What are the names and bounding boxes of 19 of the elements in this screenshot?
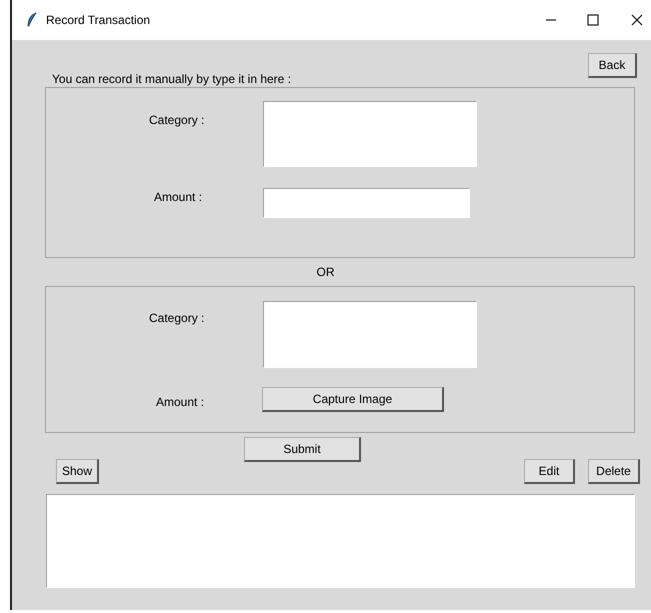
- edit-button[interactable]: Edit: [524, 459, 575, 484]
- category-label: Category :: [149, 112, 204, 129]
- capture-image-button[interactable]: Capture Image: [262, 387, 444, 412]
- amount-label: Amount :: [154, 189, 202, 206]
- close-icon[interactable]: [631, 14, 643, 26]
- amount-field[interactable]: [263, 188, 470, 218]
- amount-label: Amount :: [156, 394, 204, 411]
- category-label: Category :: [149, 310, 204, 327]
- delete-button[interactable]: Delete: [588, 459, 640, 484]
- back-button[interactable]: Back: [588, 53, 637, 78]
- instruction-text: You can record it manually by type it in here :: [52, 72, 292, 86]
- or-text: OR: [316, 264, 334, 281]
- category-field[interactable]: [263, 301, 477, 368]
- window-title: Record Transaction: [46, 12, 150, 29]
- submit-button[interactable]: Submit: [244, 437, 361, 462]
- maximize-icon[interactable]: [587, 14, 599, 26]
- category-field[interactable]: [263, 101, 477, 167]
- show-button[interactable]: Show: [56, 459, 99, 484]
- feather-icon: [26, 12, 38, 28]
